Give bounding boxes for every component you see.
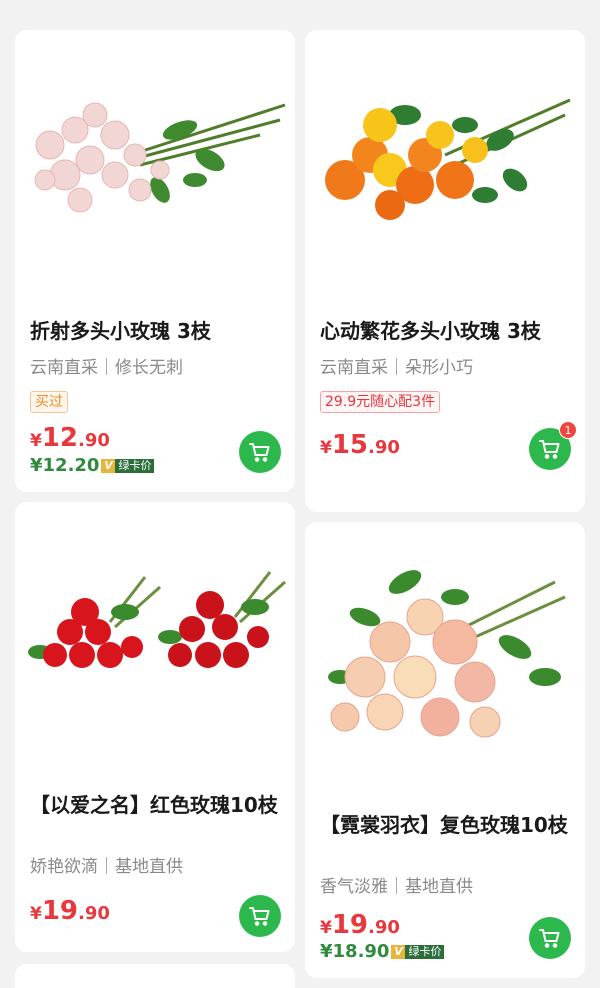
vip-label: 绿卡价 xyxy=(115,458,155,473)
product-image[interactable] xyxy=(305,522,585,792)
product-card-partial[interactable] xyxy=(15,964,295,988)
vip-card-badge: V 绿卡价 xyxy=(391,944,445,959)
product-subtitle: 香气淡雅｜基地直供 xyxy=(320,877,473,897)
price-symbol: ¥ xyxy=(30,904,42,924)
product-price: ¥12.90 xyxy=(30,423,110,453)
cart-icon xyxy=(249,443,270,462)
price-symbol: ¥ xyxy=(320,918,332,938)
product-price: ¥15.90 xyxy=(320,430,400,460)
cart-icon xyxy=(539,440,560,459)
price-decimal: .90 xyxy=(78,430,110,451)
price-integer: 15 xyxy=(331,430,369,460)
promo-tag: 29.9元随心配3件 xyxy=(320,391,441,413)
product-card[interactable]: 【霓裳羽衣】复色玫瑰10枝 香气淡雅｜基地直供 ¥19.90 ¥18.90 V … xyxy=(305,522,585,978)
price-decimal: .90 xyxy=(78,903,110,924)
product-card[interactable]: 心动繁花多头小玫瑰 3枝 云南直采｜朵形小巧 29.9元随心配3件 ¥15.90… xyxy=(305,30,585,512)
product-image[interactable] xyxy=(15,502,295,772)
cart-icon xyxy=(249,907,270,926)
add-to-cart-button[interactable] xyxy=(239,895,281,937)
product-subtitle: 云南直采｜朵形小巧 xyxy=(320,358,473,378)
product-title: 【以爱之名】红色玫瑰10枝 xyxy=(30,793,278,817)
product-title: 折射多头小玫瑰 3枝 xyxy=(30,319,211,343)
vip-price: ¥18.90 xyxy=(320,941,390,962)
price-integer: 19 xyxy=(41,896,79,926)
product-title: 心动繁花多头小玫瑰 3枝 xyxy=(320,319,541,343)
product-subtitle: 娇艳欲滴｜基地直供 xyxy=(30,857,183,877)
vip-price-row: ¥18.90 V 绿卡价 xyxy=(320,941,445,962)
add-to-cart-button[interactable]: 1 xyxy=(529,421,577,470)
vip-v-icon: V xyxy=(391,944,406,959)
product-image[interactable] xyxy=(15,30,295,290)
add-to-cart-button[interactable] xyxy=(239,431,281,473)
price-integer: 12 xyxy=(41,423,79,453)
vip-v-icon: V xyxy=(101,458,116,473)
cart-icon xyxy=(539,929,560,948)
product-card[interactable]: 【以爱之名】红色玫瑰10枝 娇艳欲滴｜基地直供 ¥19.90 xyxy=(15,502,295,952)
product-card[interactable]: 折射多头小玫瑰 3枝 云南直采｜修长无刺 买过 ¥12.90 ¥12.20 V … xyxy=(15,30,295,492)
price-decimal: .90 xyxy=(368,437,400,458)
product-price: ¥19.90 xyxy=(320,910,400,940)
vip-price: ¥12.20 xyxy=(30,455,100,476)
vip-label: 绿卡价 xyxy=(405,944,445,959)
price-integer: 19 xyxy=(331,910,369,940)
bought-tag: 买过 xyxy=(30,391,68,413)
vip-card-badge: V 绿卡价 xyxy=(101,458,155,473)
vip-price-row: ¥12.20 V 绿卡价 xyxy=(30,455,155,476)
cart-count-badge: 1 xyxy=(559,421,577,439)
price-symbol: ¥ xyxy=(320,438,332,458)
product-price: ¥19.90 xyxy=(30,896,110,926)
price-symbol: ¥ xyxy=(30,431,42,451)
add-to-cart-button[interactable] xyxy=(529,917,571,959)
price-decimal: .90 xyxy=(368,917,400,938)
product-image[interactable] xyxy=(305,30,585,290)
product-subtitle: 云南直采｜修长无刺 xyxy=(30,358,183,378)
product-title: 【霓裳羽衣】复色玫瑰10枝 xyxy=(320,813,568,837)
